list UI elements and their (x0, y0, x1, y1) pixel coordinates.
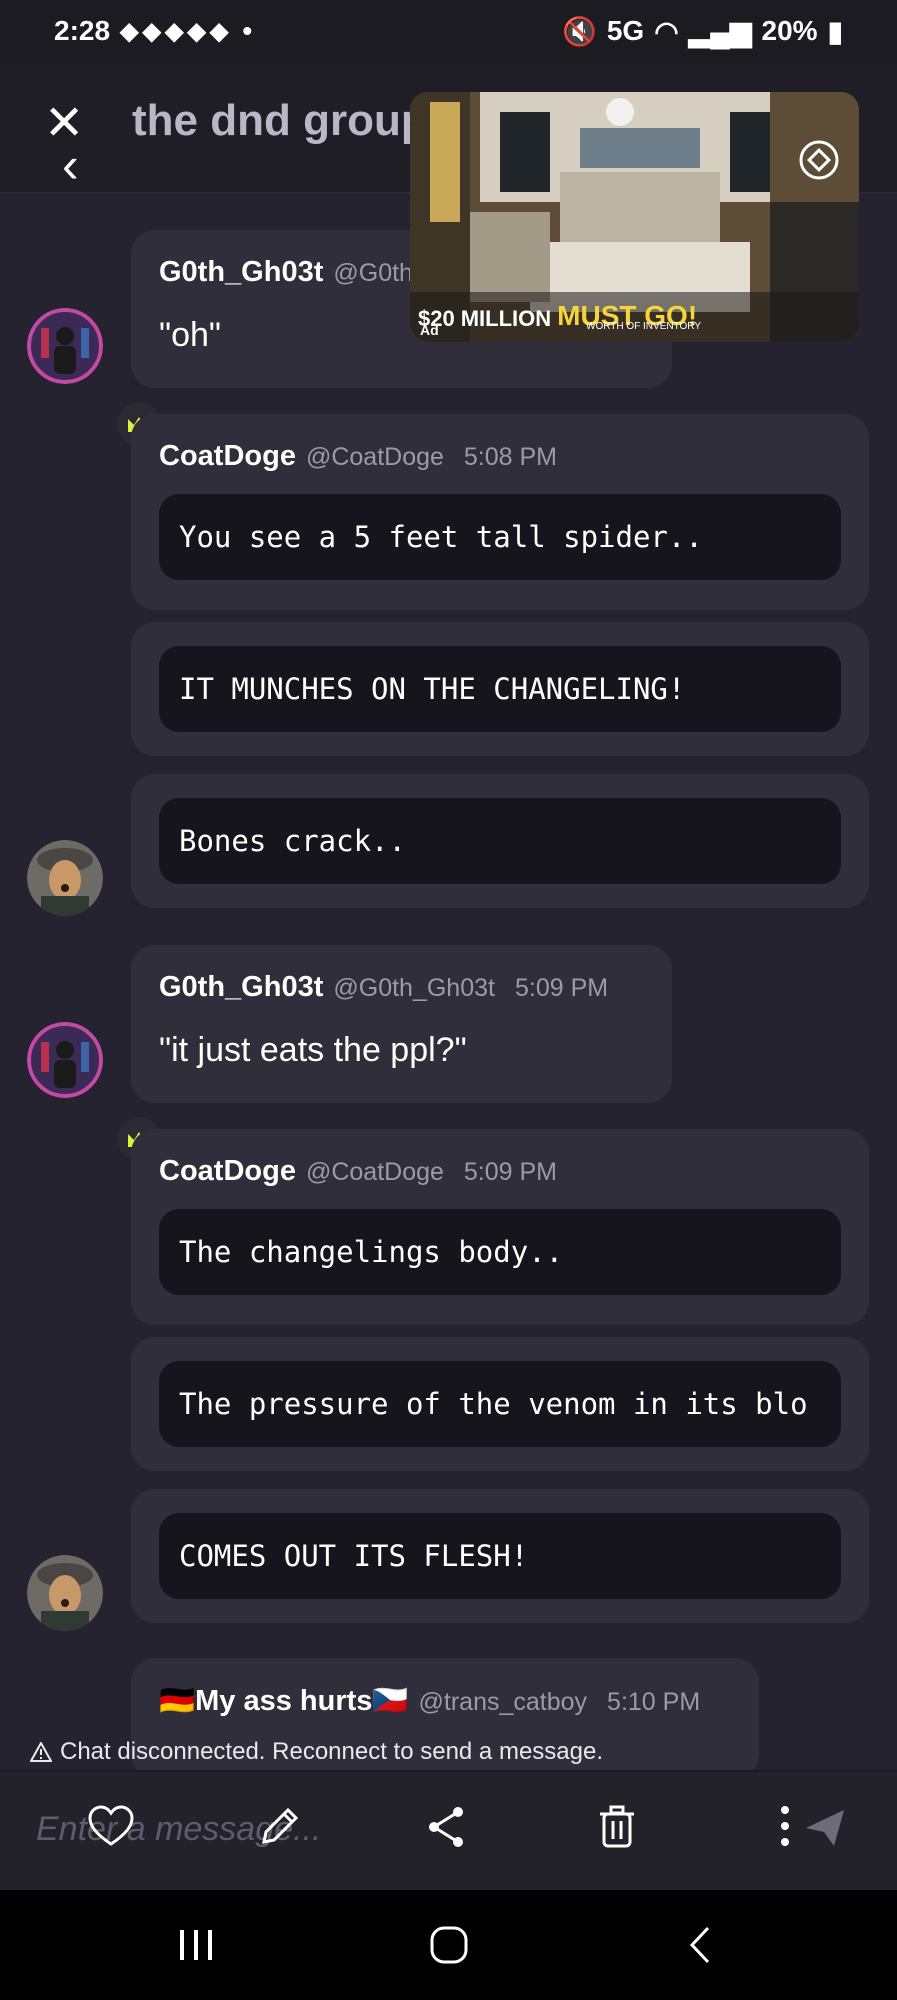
message-text: "oh" (159, 316, 221, 354)
message-time: 5:10 PM (607, 1688, 701, 1716)
ad-tag: Ad (420, 322, 439, 338)
author-name[interactable]: CoatDoge (159, 1155, 296, 1188)
rotate-icon[interactable] (797, 138, 841, 182)
ad-label: MILLION (460, 306, 552, 331)
battery-label: 20% (761, 15, 818, 46)
ad-subtext: WORTH OF INVENTORY (586, 321, 702, 332)
message-card: CoatDoge @CoatDoge 5:08 PM You see a 5 f… (131, 414, 869, 610)
group-title: the dnd group (132, 96, 428, 145)
code-block: The changelings body.. (159, 1209, 841, 1295)
message-card: IT MUNCHES ON THE CHANGELING! (131, 622, 869, 756)
status-right: 🔇 5G ◠ ▂▄▆ 20% ▮ (562, 15, 843, 48)
message-header: CoatDoge @CoatDoge 5:08 PM (159, 440, 557, 473)
author-handle: @CoatDoge (305, 1158, 444, 1186)
author-handle: @CoatDoge (305, 443, 444, 471)
avatar[interactable] (27, 1555, 103, 1631)
status-dot: • (242, 15, 253, 46)
message-card: COMES OUT ITS FLESH! (131, 1489, 869, 1623)
back-nav-icon[interactable] (676, 1920, 726, 1970)
message-time: 5:09 PM (463, 1158, 558, 1186)
message-composer: Enter a message... (0, 1770, 897, 1890)
pencil-icon[interactable] (254, 1802, 304, 1852)
battery-icon: ▮ (827, 15, 843, 47)
ad-video[interactable]: $20 MILLION MUST GO! Ad WORTH OF INVENTO… (410, 92, 859, 342)
status-bar: 2:28 ◆◆◆◆◆ • 🔇 5G ◠ ▂▄▆ 20% ▮ (0, 0, 897, 62)
system-nav-bar (0, 1890, 897, 2000)
code-block: Bones crack.. (159, 798, 841, 884)
code-block: You see a 5 feet tall spider.. (159, 494, 841, 580)
mute-icon: 🔇 (561, 15, 597, 47)
author-name[interactable]: 🇩🇪My ass hurts🇨🇿 (159, 1684, 409, 1718)
message-header: G0th_Gh03t @G0th_Gh03t 5:09 PM (159, 971, 608, 1004)
author-name[interactable]: G0th_Gh03t (159, 971, 323, 1004)
author-name[interactable]: G0th_Gh03t (159, 256, 323, 289)
author-handle: @G0th_Gh03t (333, 974, 495, 1002)
wifi-icon: ◠ (654, 15, 679, 47)
back-icon[interactable]: ‹ (62, 140, 79, 190)
disconnect-notice: Chat disconnected. Reconnect to send a m… (30, 1738, 603, 1766)
code-block: COMES OUT ITS FLESH! (159, 1513, 841, 1599)
message-card: CoatDoge @CoatDoge 5:09 PM The changelin… (131, 1129, 869, 1325)
recents-icon[interactable] (172, 1920, 222, 1970)
code-block: IT MUNCHES ON THE CHANGELING! (159, 646, 841, 732)
code-block: The pressure of the venom in its blo (159, 1361, 841, 1447)
avatar[interactable] (27, 308, 103, 384)
message-card: The pressure of the venom in its blo (131, 1337, 869, 1471)
send-icon[interactable] (800, 1802, 850, 1852)
author-name[interactable]: CoatDoge (159, 440, 296, 473)
trash-icon[interactable] (592, 1802, 642, 1852)
message-card: Bones crack.. (131, 774, 869, 908)
message-card: G0th_Gh03t @G0th_Gh03t 5:09 PM "it just … (131, 945, 672, 1103)
status-time: 2:28 (54, 15, 111, 46)
status-left: 2:28 ◆◆◆◆◆ • (54, 15, 252, 47)
message-time: 5:08 PM (463, 443, 558, 471)
message-time: 5:09 PM (514, 974, 609, 1002)
author-handle: @trans_catboy (418, 1688, 588, 1716)
avatar[interactable] (27, 1022, 103, 1098)
warning-icon (30, 1742, 52, 1762)
home-icon[interactable] (424, 1920, 474, 1970)
network-label: 5G (606, 15, 645, 46)
disconnect-text: Chat disconnected. Reconnect to send a m… (60, 1738, 603, 1765)
message-header: 🇩🇪My ass hurts🇨🇿 @trans_catboy 5:10 PM (159, 1684, 700, 1718)
signal-icon: ▂▄▆ (688, 15, 752, 47)
share-icon[interactable] (422, 1802, 472, 1852)
heart-icon[interactable] (86, 1802, 136, 1852)
notification-icons: ◆◆◆◆◆ (120, 17, 233, 45)
chat-area[interactable]: G0th_Gh03t @G0th_Gh03t "oh" CoatDoge @Co… (0, 192, 897, 1778)
message-text: "it just eats the ppl?" (159, 1031, 467, 1069)
message-header: CoatDoge @CoatDoge 5:09 PM (159, 1155, 557, 1188)
avatar[interactable] (27, 840, 103, 916)
